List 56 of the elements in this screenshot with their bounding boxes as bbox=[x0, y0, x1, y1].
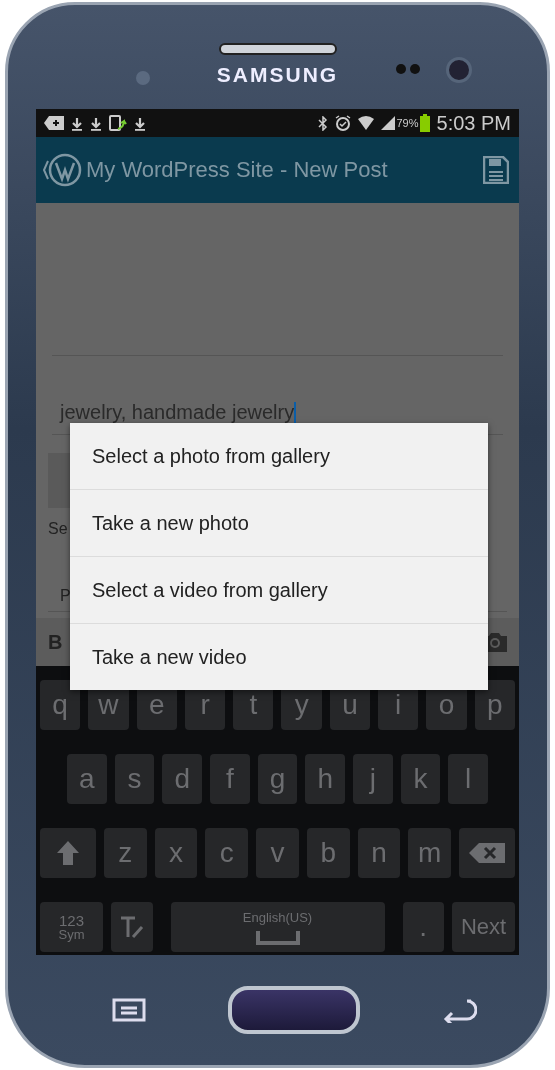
keyboard-key[interactable]: g bbox=[257, 754, 298, 804]
space-key[interactable]: English(US) bbox=[170, 902, 385, 952]
keyboard-key[interactable]: v bbox=[256, 828, 299, 878]
tag-plus-icon bbox=[44, 116, 64, 130]
keyboard-key[interactable]: q bbox=[40, 680, 81, 730]
front-camera bbox=[446, 57, 472, 83]
download-icon bbox=[90, 115, 102, 131]
download-icon bbox=[71, 115, 83, 131]
keyboard-key[interactable]: f bbox=[210, 754, 250, 804]
keyboard-key[interactable]: p bbox=[474, 680, 515, 730]
section-label: Se bbox=[48, 520, 68, 538]
keyboard-key[interactable]: d bbox=[162, 754, 202, 804]
menu-item[interactable]: Take a new video bbox=[70, 623, 488, 690]
clock-time: 5:03 PM bbox=[436, 111, 511, 135]
wordpress-logo-icon[interactable] bbox=[42, 151, 82, 189]
keyboard-key[interactable]: n bbox=[357, 828, 401, 878]
backspace-icon bbox=[469, 843, 506, 863]
keyboard-key[interactable]: j bbox=[353, 754, 393, 804]
keyboard-key[interactable]: a bbox=[67, 754, 107, 804]
signal-icon bbox=[381, 116, 396, 130]
space-bar-icon bbox=[255, 930, 300, 945]
bold-button[interactable]: B bbox=[48, 630, 63, 654]
alarm-clock-icon bbox=[335, 115, 352, 131]
keyboard-key[interactable]: k bbox=[400, 754, 441, 804]
back-icon[interactable] bbox=[441, 997, 477, 1023]
keyboard-key[interactable]: l bbox=[448, 754, 489, 804]
keyboard-key[interactable]: c bbox=[205, 828, 249, 878]
menu-item[interactable]: Select a video from gallery bbox=[70, 556, 488, 623]
sensor-icon bbox=[395, 63, 421, 75]
backspace-key[interactable] bbox=[459, 828, 516, 878]
shift-key[interactable] bbox=[40, 828, 96, 878]
download-icon bbox=[134, 115, 146, 131]
keyboard-key[interactable]: h bbox=[305, 754, 346, 804]
home-button[interactable] bbox=[227, 986, 360, 1034]
keyboard-key[interactable]: x bbox=[154, 828, 198, 878]
text-edit-icon bbox=[118, 915, 145, 939]
save-icon[interactable] bbox=[483, 156, 509, 184]
battery-percent: 79% bbox=[396, 117, 419, 129]
app-title: My WordPress Site - New Post bbox=[86, 157, 389, 183]
keyboard-key[interactable]: m bbox=[408, 828, 452, 878]
battery-icon bbox=[419, 114, 430, 132]
sensor-dot bbox=[136, 71, 150, 85]
wifi-icon bbox=[358, 115, 375, 131]
keyboard-key[interactable]: b bbox=[306, 828, 350, 878]
symbols-key[interactable]: 123 Sym bbox=[40, 902, 103, 952]
period-key[interactable]: . bbox=[402, 902, 444, 952]
menu-item[interactable]: Take a new photo bbox=[70, 489, 488, 556]
keyboard-key[interactable]: s bbox=[114, 754, 155, 804]
next-key[interactable]: Next bbox=[452, 902, 515, 952]
arrow-up-icon bbox=[56, 840, 80, 866]
menu-icon[interactable] bbox=[112, 998, 146, 1022]
brand-logo: SAMSUNG bbox=[216, 63, 339, 87]
bluetooth-icon bbox=[318, 115, 329, 131]
keyboard-key[interactable]: z bbox=[104, 828, 147, 878]
text-tool-key[interactable] bbox=[111, 902, 153, 952]
phone-update-icon bbox=[109, 115, 127, 131]
